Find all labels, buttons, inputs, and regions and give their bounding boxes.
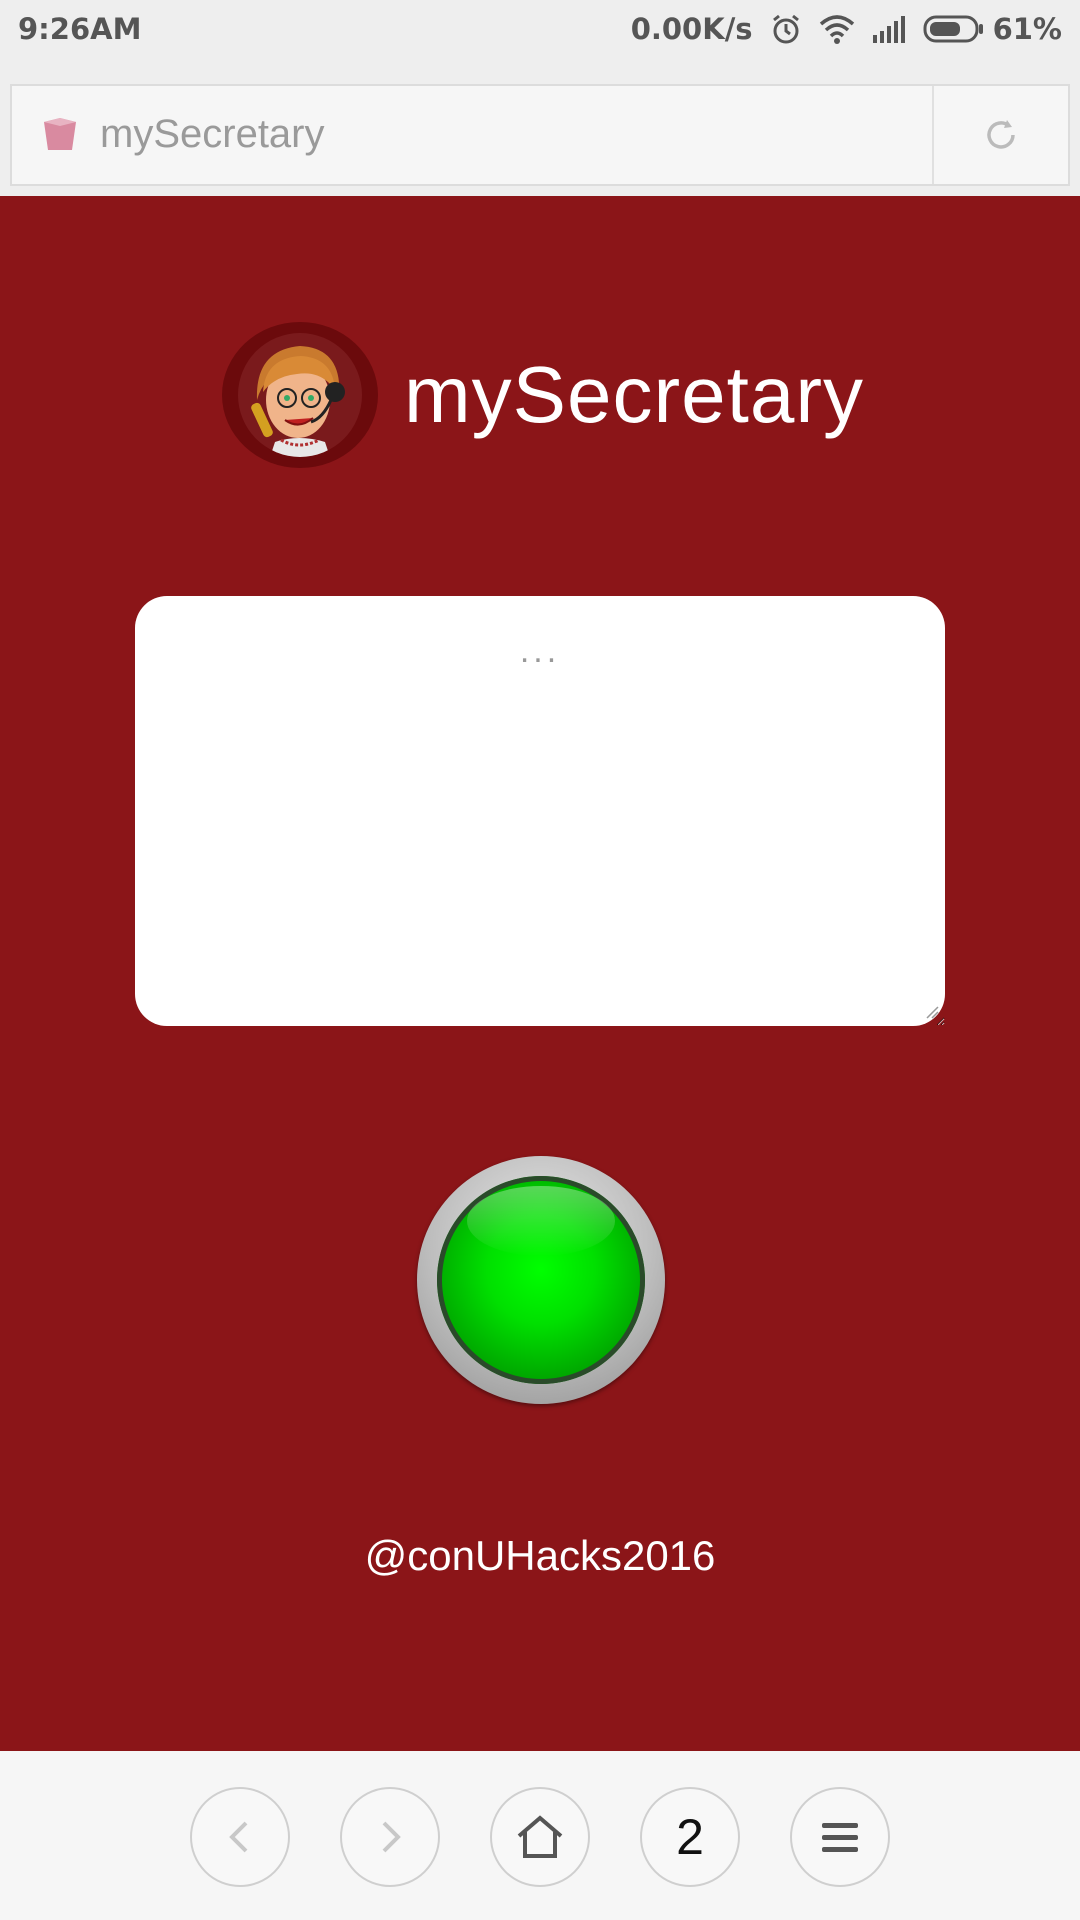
battery-percent: 61% bbox=[992, 12, 1062, 46]
address-bar[interactable]: mySecretary bbox=[10, 84, 1070, 186]
menu-button[interactable] bbox=[790, 1787, 890, 1887]
record-button[interactable] bbox=[417, 1156, 665, 1404]
home-icon bbox=[517, 1815, 563, 1858]
green-round-button bbox=[437, 1176, 645, 1384]
resize-grip-icon[interactable] bbox=[925, 1004, 939, 1023]
tabs-button[interactable]: 2 bbox=[640, 1787, 740, 1887]
browser-toolbar: mySecretary bbox=[0, 62, 1080, 196]
battery-icon bbox=[923, 15, 983, 43]
chevron-left-icon bbox=[229, 1821, 248, 1853]
status-time: 9:26AM bbox=[18, 12, 142, 46]
chevron-right-icon bbox=[382, 1821, 401, 1853]
status-bar: 9:26AM 0.00K/s 61% bbox=[0, 0, 1080, 62]
address-text[interactable]: mySecretary bbox=[100, 112, 325, 157]
reload-button[interactable] bbox=[934, 86, 1068, 184]
alarm-icon bbox=[769, 12, 803, 46]
signal-icon bbox=[871, 15, 907, 43]
favicon-icon bbox=[40, 114, 80, 158]
bottom-navigation: 2 bbox=[0, 1751, 1080, 1920]
network-speed: 0.00K/s bbox=[630, 12, 753, 46]
footer-handle: @conUHacks2016 bbox=[364, 1532, 716, 1579]
page-content: mySecretary @conUHacks2016 bbox=[0, 196, 1080, 1751]
forward-button[interactable] bbox=[340, 1787, 440, 1887]
status-indicators: 0.00K/s 61% bbox=[631, 12, 1062, 46]
wifi-icon bbox=[819, 14, 855, 44]
secretary-avatar bbox=[222, 322, 378, 468]
home-button[interactable] bbox=[490, 1787, 590, 1887]
message-textarea[interactable] bbox=[135, 596, 945, 1026]
tab-count: 2 bbox=[676, 1809, 704, 1865]
menu-icon bbox=[822, 1823, 858, 1852]
battery-indicator: 61% bbox=[923, 12, 1062, 46]
page-title: mySecretary bbox=[404, 350, 864, 439]
brand-header: mySecretary bbox=[222, 322, 864, 468]
reload-icon bbox=[987, 120, 1015, 149]
back-button[interactable] bbox=[190, 1787, 290, 1887]
button-highlight bbox=[467, 1186, 615, 1256]
